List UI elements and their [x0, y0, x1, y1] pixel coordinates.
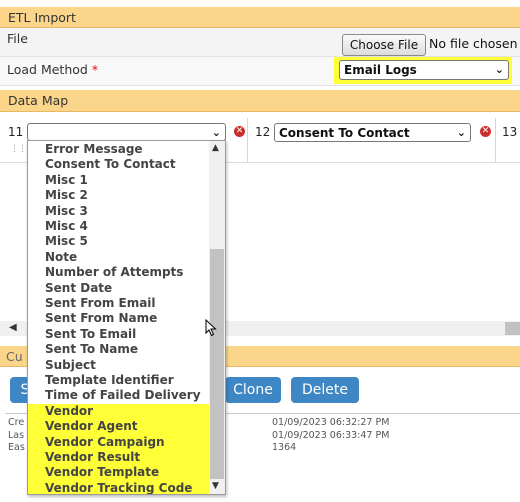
chevron-down-icon: ⌄ [494, 63, 504, 76]
dropdown-option[interactable]: Sent From Name [28, 311, 210, 326]
dropdown-scroll-thumb[interactable] [210, 249, 224, 479]
scroll-up-arrow-icon[interactable]: ▲ [212, 143, 219, 153]
dropdown-option[interactable]: Sent From Email [28, 296, 210, 311]
clone-button-label: Clone [233, 382, 273, 398]
delete-button-label: Delete [302, 382, 348, 398]
choose-file-button[interactable]: Choose File [342, 34, 426, 56]
data-map-title: Data Map [8, 93, 69, 108]
dropdown-option[interactable]: Vendor Agent [28, 419, 210, 435]
load-method-label: Load Method * [7, 62, 98, 77]
column-number: 12 [255, 125, 271, 139]
drag-handle-icon[interactable]: ⋮⋮ [10, 144, 27, 154]
dropdown-option[interactable]: Error Message [28, 142, 210, 157]
dropdown-option[interactable]: Vendor [28, 403, 210, 420]
remove-icon[interactable]: ✕ [480, 126, 491, 137]
dropdown-option[interactable]: Misc 3 [28, 204, 210, 219]
column-12-select[interactable]: Consent To Contact ⌄ [274, 123, 471, 142]
dropdown-option[interactable]: Sent To Name [28, 342, 210, 357]
dropdown-option[interactable]: Misc 4 [28, 219, 210, 234]
mouse-pointer-icon [205, 319, 217, 337]
etl-import-title: ETL Import [8, 10, 76, 25]
clone-button[interactable]: Clone [225, 377, 281, 403]
column-dropdown-list[interactable]: Error Message Consent To Contact Misc 1 Mis… [27, 140, 226, 495]
column-11-select[interactable]: ⌄ [27, 123, 226, 141]
dropdown-option[interactable]: Sent Date [28, 281, 210, 296]
dropdown-option[interactable]: Vendor Campaign [28, 434, 210, 450]
dropdown-option[interactable]: Note [28, 250, 210, 265]
dropdown-option[interactable]: Subject [28, 358, 210, 373]
dropdown-scrollbar[interactable]: ▲ ▼ [209, 141, 225, 494]
column-number: 13 [502, 125, 518, 139]
dropdown-option[interactable]: Consent To Contact [28, 157, 210, 172]
scroll-left-arrow-icon[interactable]: ◀ [9, 322, 17, 333]
dropdown-option[interactable]: Sent To Email [28, 327, 210, 342]
horizontal-scroll-thumb[interactable] [505, 322, 520, 335]
last-modified-date: 01/09/2023 06:33:47 PM [272, 430, 390, 441]
remove-icon[interactable]: ✕ [234, 126, 245, 137]
delete-button[interactable]: Delete [291, 377, 359, 403]
column-divider [247, 118, 248, 162]
dropdown-option[interactable]: Time of Failed Delivery [28, 388, 210, 403]
dropdown-option[interactable]: Number of Attempts [28, 265, 210, 280]
meta-label: Eas [8, 442, 25, 453]
meta-label: Las [8, 430, 25, 441]
load-method-value: Email Logs [344, 63, 417, 77]
meta-label: Cre [8, 417, 25, 428]
lower-section-title: Cu [6, 349, 23, 364]
dropdown-option[interactable]: Template Identifier [28, 373, 210, 388]
file-label: File [7, 31, 28, 46]
no-file-chosen-text: No file chosen [429, 36, 518, 51]
scroll-down-arrow-icon[interactable]: ▼ [212, 481, 219, 491]
dropdown-option[interactable]: Vendor Result [28, 450, 210, 466]
column-number: 11 [8, 125, 24, 139]
dropdown-option[interactable]: Misc 2 [28, 188, 210, 203]
chevron-down-icon: ⌄ [456, 126, 466, 139]
column-divider [495, 118, 496, 162]
load-method-select[interactable]: Email Logs ⌄ [339, 60, 509, 80]
dropdown-option[interactable]: Misc 1 [28, 173, 210, 188]
record-id: 1364 [272, 442, 297, 453]
load-method-text: Load Method [7, 62, 88, 77]
dropdown-option[interactable]: Vendor Template [28, 465, 210, 481]
created-date: 01/09/2023 06:32:27 PM [272, 417, 390, 428]
column-12-value: Consent To Contact [279, 126, 410, 140]
dropdown-option[interactable]: Vendor Tracking Code [28, 480, 210, 494]
data-map-header: Data Map [0, 90, 520, 112]
required-marker: * [91, 62, 99, 77]
dropdown-option[interactable]: Misc 5 [28, 234, 210, 249]
etl-import-header: ETL Import [0, 7, 520, 28]
